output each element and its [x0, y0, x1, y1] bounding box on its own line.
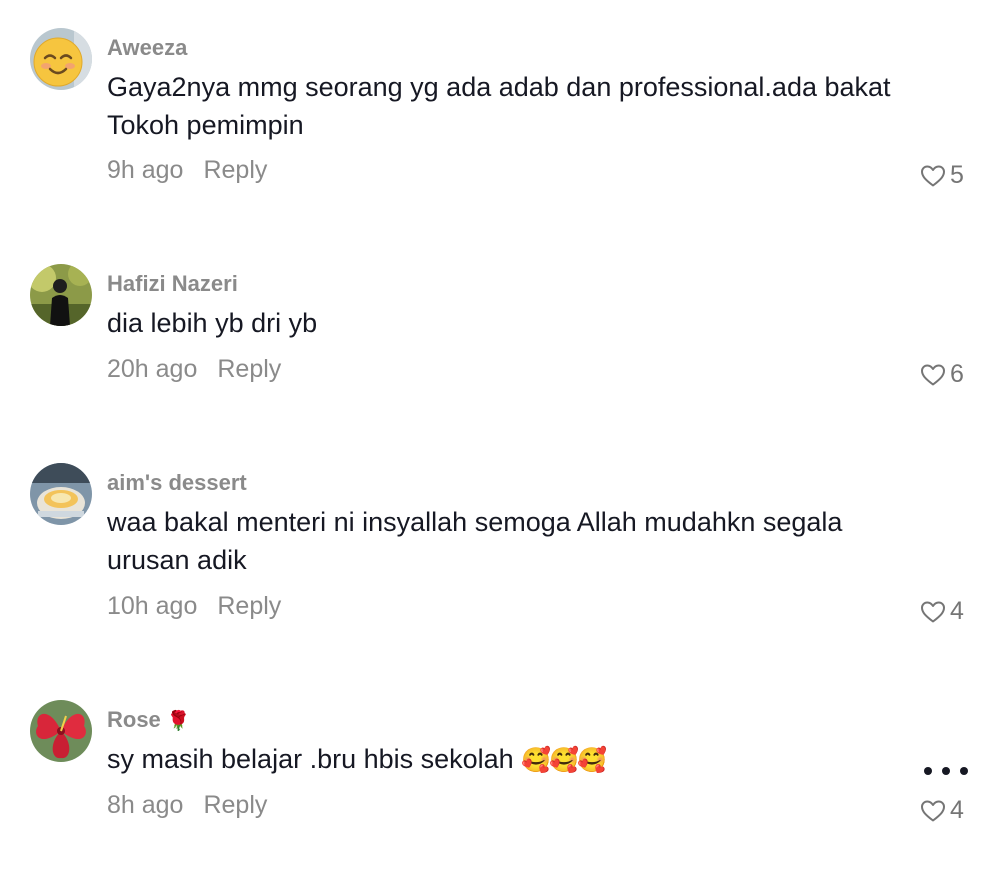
reply-button[interactable]: Reply: [217, 592, 281, 620]
heart-icon: [921, 601, 945, 622]
username-text: Rose: [107, 707, 161, 732]
heart-icon: [921, 165, 945, 186]
dessert-photo-avatar-icon: [30, 463, 92, 525]
smiling-face-with-hearts-icon: 🥰🥰🥰: [521, 747, 607, 774]
comment-text: waa bakal menteri ni insyallah semoga Al…: [107, 507, 843, 575]
comment-timestamp: 9h ago: [107, 156, 184, 184]
dot: [924, 767, 932, 775]
comment-meta: 10h ago Reply: [107, 592, 281, 621]
comment-text: dia lebih yb dri yb: [107, 308, 318, 338]
heart-icon: [921, 800, 945, 821]
dot: [960, 767, 968, 775]
more-options-icon[interactable]: [924, 764, 968, 778]
like-button[interactable]: 5: [920, 161, 964, 190]
comment-timestamp: 20h ago: [107, 355, 198, 383]
reply-button[interactable]: Reply: [203, 791, 267, 819]
comment-username[interactable]: Aweeza: [107, 35, 187, 61]
like-button[interactable]: 4: [920, 597, 964, 626]
like-button[interactable]: 4: [920, 796, 964, 825]
smiling-face-avatar-icon: [30, 28, 92, 90]
hibiscus-flower-avatar-icon: [30, 700, 92, 762]
comment-meta: 20h ago Reply: [107, 355, 281, 384]
comment-username[interactable]: Rose 🌹: [107, 707, 190, 733]
comment-meta: 9h ago Reply: [107, 156, 267, 185]
comment-username[interactable]: aim's dessert: [107, 470, 247, 496]
person-photo-avatar-icon: [30, 264, 92, 326]
reply-button[interactable]: Reply: [217, 355, 281, 383]
comment-text-body: sy masih belajar .bru hbis sekolah: [107, 744, 522, 774]
like-count: 6: [950, 360, 964, 388]
reply-button[interactable]: Reply: [203, 156, 267, 184]
heart-icon: [921, 364, 945, 385]
comment-username[interactable]: Hafizi Nazeri: [107, 271, 238, 297]
comment-timestamp: 8h ago: [107, 791, 184, 819]
rose-icon: 🌹: [166, 711, 191, 732]
user-avatar[interactable]: [30, 463, 92, 525]
like-count: 4: [950, 796, 964, 824]
like-count: 5: [950, 161, 964, 189]
like-button[interactable]: 6: [920, 360, 964, 389]
user-avatar[interactable]: [30, 264, 92, 326]
user-avatar[interactable]: [30, 28, 92, 90]
like-count: 4: [950, 597, 964, 625]
comment-meta: 8h ago Reply: [107, 791, 267, 820]
user-avatar[interactable]: [30, 700, 92, 762]
dot: [942, 767, 950, 775]
comment-text: sy masih belajar .bru hbis sekolah 🥰🥰🥰: [107, 740, 907, 780]
comment-timestamp: 10h ago: [107, 592, 198, 620]
comment-text: Gaya2nya mmg seorang yg ada adab dan pro…: [107, 72, 891, 140]
